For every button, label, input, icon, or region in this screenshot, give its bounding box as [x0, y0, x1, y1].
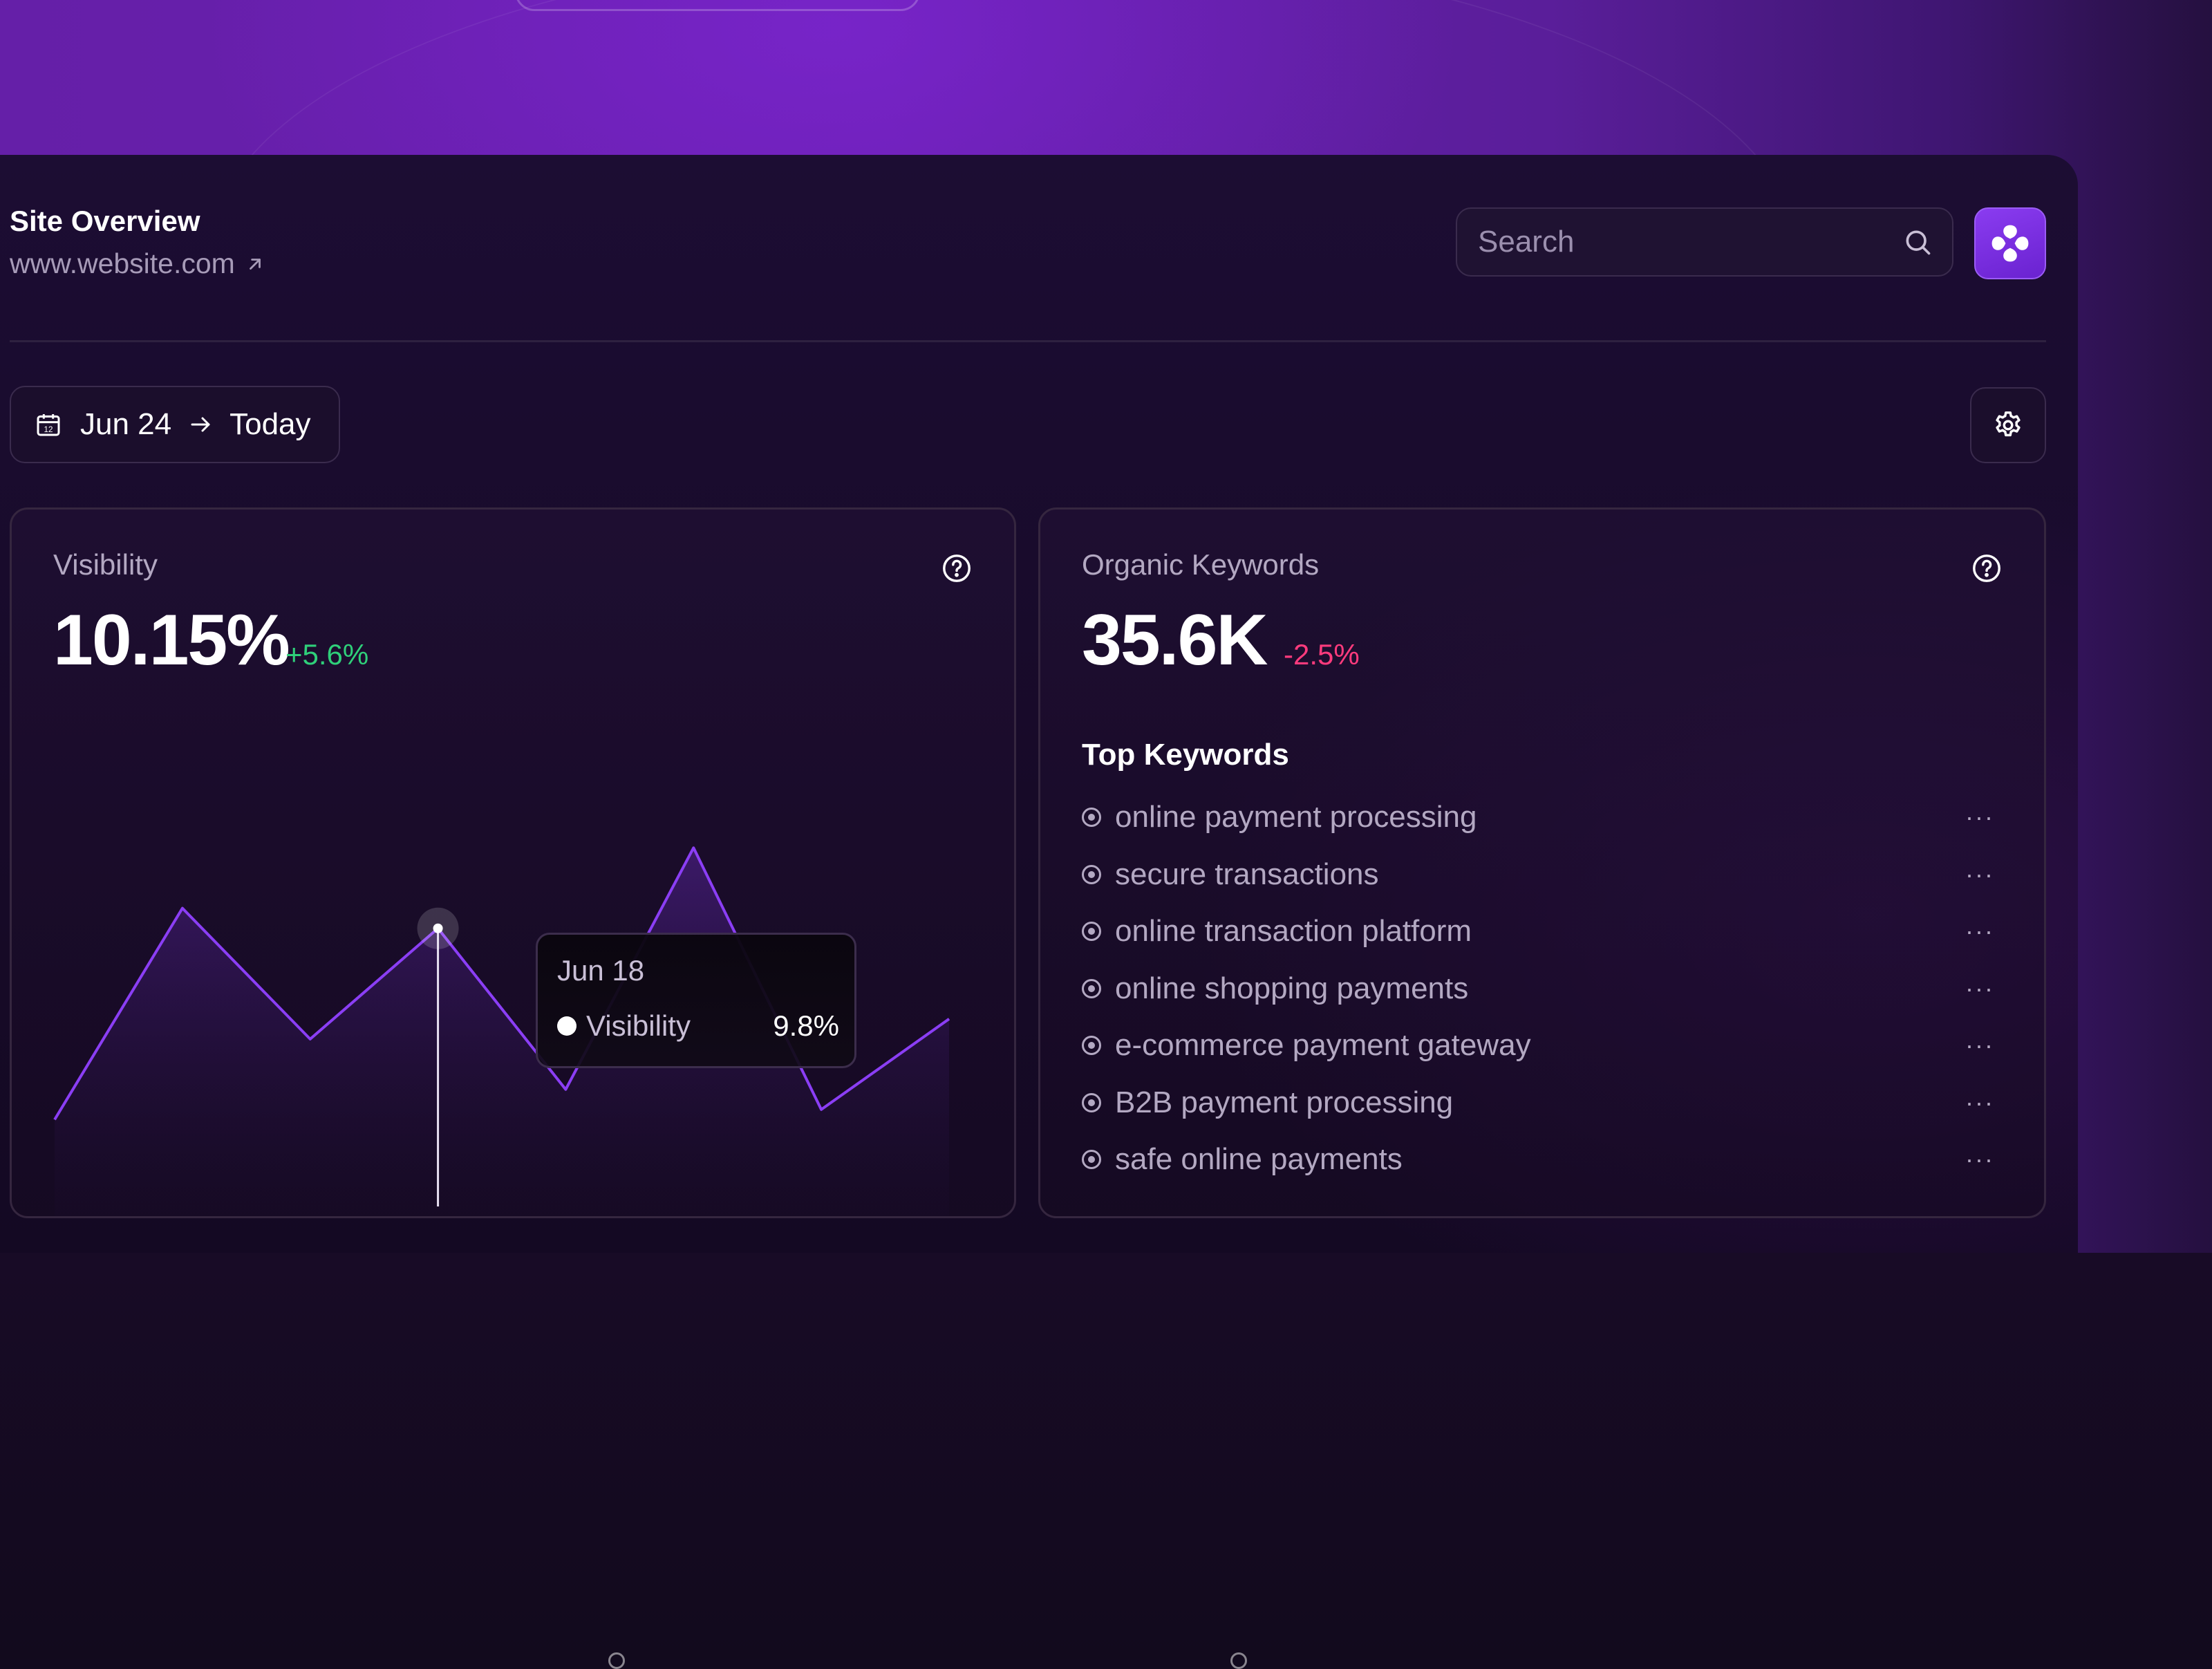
visibility-card: Visibility 10.15% +5.6% Jun 18 Visibilit… — [10, 507, 1016, 1218]
visibility-chart — [53, 846, 950, 1216]
target-icon — [1082, 922, 1101, 942]
search-input[interactable] — [1477, 224, 1902, 260]
keyword-text: secure transactions — [1115, 857, 1379, 891]
keyword-text: online transaction platform — [1115, 914, 1472, 949]
organic-keywords-card: Organic Keywords 35.6K -2.5% Top Keyword… — [1038, 507, 2046, 1218]
list-item[interactable]: online shopping payments ··· — [1082, 960, 1994, 1018]
more-horizontal-icon[interactable]: ··· — [1965, 860, 1994, 889]
more-horizontal-icon[interactable]: ··· — [1965, 803, 1994, 832]
site-url-text: www.website.com — [10, 248, 235, 279]
lower-background — [0, 1253, 2212, 1659]
tooltip-series-name: Visibility — [586, 1009, 691, 1042]
date-range-start: Jun 24 — [80, 407, 172, 441]
organic-keywords-delta: -2.5% — [1284, 638, 1360, 671]
calendar-icon: 12 — [37, 414, 60, 436]
decor-dot — [1230, 1652, 1247, 1669]
target-icon — [1082, 1036, 1101, 1056]
keyword-text: e-commerce payment gateway — [1115, 1028, 1531, 1063]
organic-keywords-label: Organic Keywords — [1082, 548, 1320, 581]
list-item[interactable]: online payment processing ··· — [1082, 789, 1994, 846]
settings-button[interactable] — [1970, 387, 2046, 463]
top-keywords-title: Top Keywords — [1082, 738, 1289, 772]
chart-tooltip: Jun 18 Visibility 9.8% — [536, 933, 856, 1068]
target-icon — [1082, 808, 1101, 828]
organic-keywords-value: 35.6K — [1082, 600, 1268, 680]
list-item[interactable]: e-commerce payment gateway ··· — [1082, 1017, 1994, 1074]
brand-logo-icon — [1991, 225, 2029, 262]
arrow-up-right-icon — [249, 258, 261, 270]
target-icon — [1082, 1150, 1101, 1170]
search-icon[interactable] — [1902, 227, 1933, 257]
more-horizontal-icon[interactable]: ··· — [1965, 1031, 1994, 1060]
more-horizontal-icon[interactable]: ··· — [1965, 974, 1994, 1003]
keyword-text: B2B payment processing — [1115, 1085, 1454, 1119]
chart-hover-point[interactable] — [433, 923, 443, 933]
page-title: Site Overview — [10, 205, 200, 237]
tooltip-row: Visibility 9.8% — [557, 1009, 839, 1043]
more-horizontal-icon[interactable]: ··· — [1965, 1145, 1994, 1174]
target-icon — [1082, 864, 1101, 884]
list-item[interactable]: secure transactions ··· — [1082, 846, 1994, 904]
tooltip-series-dot — [557, 1016, 577, 1036]
site-url-link[interactable]: www.website.com — [10, 248, 264, 280]
help-circle-icon[interactable] — [1971, 552, 2003, 584]
calendar-day-text: 12 — [44, 425, 53, 434]
arrow-right-icon — [191, 417, 210, 432]
decor-dot — [608, 1652, 625, 1669]
top-keywords-list: online payment processing ··· secure tran… — [1082, 789, 1994, 1188]
tooltip-date: Jun 18 — [557, 954, 645, 987]
gear-icon — [1996, 411, 2021, 437]
hero-pill-outline — [515, 0, 920, 11]
list-item[interactable]: safe online payments ··· — [1082, 1131, 1994, 1188]
dashboard-panel: Site Overview www.website.com 12 Jun 24 — [0, 155, 2078, 1253]
keyword-text: online payment processing — [1115, 800, 1477, 834]
list-item[interactable]: online transaction platform ··· — [1082, 903, 1994, 960]
more-horizontal-icon[interactable]: ··· — [1965, 917, 1994, 946]
keyword-text: safe online payments — [1115, 1142, 1403, 1177]
brand-button[interactable] — [1974, 207, 2046, 279]
target-icon — [1082, 978, 1101, 998]
tooltip-series-value: 9.8% — [773, 1009, 839, 1042]
search-box — [1456, 207, 1953, 277]
more-horizontal-icon[interactable]: ··· — [1965, 1088, 1994, 1117]
date-range-button[interactable]: 12 Jun 24 Today — [10, 386, 340, 463]
date-range-end: Today — [229, 407, 311, 441]
list-item[interactable]: B2B payment processing ··· — [1082, 1074, 1994, 1132]
keyword-text: online shopping payments — [1115, 971, 1469, 1005]
target-icon — [1082, 1092, 1101, 1112]
header-divider — [10, 340, 2046, 342]
